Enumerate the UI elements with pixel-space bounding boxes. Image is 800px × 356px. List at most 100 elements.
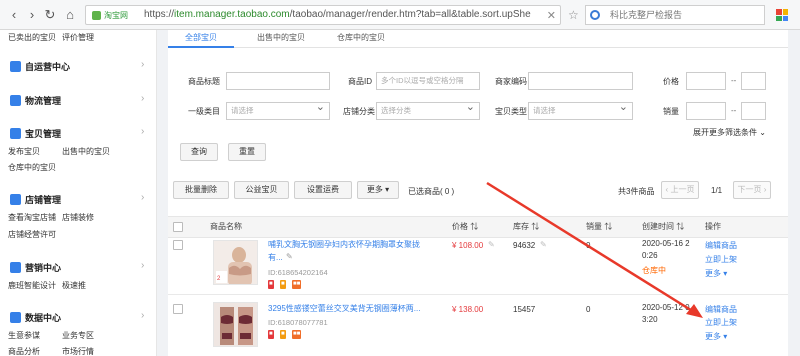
back-icon[interactable]: ‹ [6, 7, 22, 23]
expand-filters-label: 展开更多筛选条件 [693, 128, 757, 137]
merchant-code-input[interactable] [528, 72, 633, 90]
item-type-select[interactable]: 请选择 [528, 102, 633, 120]
sidebar-section-logistics[interactable]: 物流管理 › [0, 91, 157, 111]
product-title-link[interactable]: 3295性感镂空蕾丝交叉美背无钢圈薄杯两... [268, 303, 420, 314]
col-stock[interactable]: 库存 ⇅ [513, 221, 539, 232]
price-max-input[interactable] [741, 72, 766, 90]
sidebar-section-self-operation[interactable]: 自运营中心 › [0, 57, 157, 77]
created-date: 2020-05-16 2 [642, 239, 690, 248]
edit-title-icon[interactable]: ✎ [286, 252, 293, 261]
product-sales: 0 [586, 305, 591, 314]
col-sales-label: 销量 [586, 222, 602, 231]
product-thumbnail[interactable]: 2 [213, 240, 258, 285]
sidebar-link-business[interactable]: 业务专区 [62, 330, 94, 341]
tab-all-items[interactable]: 全部宝贝 [168, 30, 234, 48]
caret-down-icon: ▾ [385, 185, 390, 194]
col-created[interactable]: 创建时间 ⇅ [642, 221, 684, 232]
address-bar[interactable]: 淘宝网 https://item.manager.taobao.com/taob… [85, 5, 561, 25]
sidebar-link-view-shop[interactable]: 查看淘宝店铺 [8, 212, 56, 223]
sidebar-section-title: 营销中心 [25, 263, 62, 273]
product-title-link[interactable]: 哺乳文胸无钢圈孕妇内衣怀孕期胸罩女聚拢 [268, 239, 420, 250]
row-more-label: 更多 [705, 332, 721, 341]
sidebar-section-marketing[interactable]: 营销中心 › [0, 258, 157, 278]
list-now-link[interactable]: 立即上架 [705, 317, 737, 328]
sidebar-link-jisutui[interactable]: 极速推 [62, 280, 86, 291]
product-price: ¥ 108.00 [452, 241, 484, 250]
row-more-link[interactable]: 更多 ▾ [705, 268, 727, 279]
bookmark-star-icon[interactable]: ☆ [568, 8, 579, 22]
item-id-label: 商品ID [348, 77, 372, 86]
batch-delete-button[interactable]: 批量删除 [173, 181, 229, 199]
public-welfare-button[interactable]: 公益宝贝 [234, 181, 289, 199]
close-icon[interactable]: ✕ [547, 9, 556, 22]
sidebar-link-decorate[interactable]: 店铺装修 [62, 212, 94, 223]
shop-icon [10, 194, 21, 205]
row-more-link[interactable]: 更多 ▾ [705, 331, 727, 342]
col-name: 商品名称 [210, 222, 242, 231]
caret-down-icon: ▾ [723, 269, 728, 278]
item-id-input[interactable]: 多个ID以逗号或空格分隔 [376, 72, 480, 90]
select-all-checkbox[interactable] [173, 222, 183, 232]
sales-max-input[interactable] [741, 102, 766, 120]
next-page-button[interactable]: 下一页 › [733, 181, 771, 199]
home-icon[interactable]: ⌂ [62, 7, 78, 23]
category-select[interactable]: 请选择 [226, 102, 330, 120]
product-thumbnail[interactable] [213, 302, 258, 347]
sidebar-link-license[interactable]: 店铺经营许可 [8, 229, 56, 240]
expand-filters-link[interactable]: 展开更多筛选条件 ⌄ [693, 127, 766, 138]
sidebar-link-on-sale[interactable]: 出售中的宝贝 [62, 146, 110, 157]
col-price[interactable]: 价格 ⇅ [452, 221, 478, 232]
title-input[interactable] [226, 72, 330, 90]
browser-search-box[interactable]: 科比克整尸检报告 [585, 5, 765, 25]
forward-icon[interactable]: › [24, 7, 40, 23]
tab-on-sale[interactable]: 出售中的宝贝 [248, 30, 314, 48]
row-divider [168, 294, 788, 295]
product-title-link-cont[interactable]: 有... [268, 252, 283, 263]
list-now-link[interactable]: 立即上架 [705, 254, 737, 265]
sort-icon: ⇅ [470, 222, 479, 231]
reset-button[interactable]: 重置 [228, 143, 266, 161]
sidebar-link-publish[interactable]: 发布宝贝 [8, 146, 40, 157]
apps-grid-icon[interactable] [776, 9, 788, 21]
chevron-right-icon: › [141, 93, 145, 104]
prev-page-button[interactable]: ‹ 上一页 [661, 181, 699, 199]
sidebar-link-luban[interactable]: 鹿班智能设计 [8, 280, 56, 291]
sidebar-link-product-analysis[interactable]: 商品分析 [8, 346, 40, 356]
sidebar-section-shop[interactable]: 店铺管理 › [0, 190, 157, 210]
edit-stock-icon[interactable]: ✎ [540, 240, 547, 249]
sales-range-dash: -- [731, 106, 737, 115]
sidebar-section-items[interactable]: 宝贝管理 › [0, 124, 157, 144]
caret-down-icon: ▾ [723, 332, 728, 341]
sidebar-link-reviews[interactable]: 评价管理 [62, 32, 94, 43]
edit-price-icon[interactable]: ✎ [488, 240, 495, 249]
item-type-label: 宝贝类型 [495, 107, 527, 116]
sidebar-link-sycm[interactable]: 生意参谋 [8, 330, 40, 341]
sidebar-link-sold[interactable]: 已卖出的宝贝 [8, 32, 56, 43]
query-button[interactable]: 查询 [180, 143, 218, 161]
search-text: 科比克整尸检报告 [610, 10, 683, 20]
sidebar-link-market[interactable]: 市场行情 [62, 346, 94, 356]
logistics-icon [10, 95, 21, 106]
edit-item-link[interactable]: 编辑商品 [705, 304, 737, 315]
url-text[interactable]: https://item.manager.taobao.com/taobao/m… [144, 6, 539, 24]
price-min-input[interactable] [686, 72, 726, 90]
sales-min-input[interactable] [686, 102, 726, 120]
flag-badge-icon: ■ [268, 280, 274, 289]
sidebar-link-warehouse[interactable]: 仓库中的宝贝 [8, 162, 56, 173]
reload-icon[interactable]: ↻ [42, 7, 58, 23]
edit-item-link[interactable]: 编辑商品 [705, 240, 737, 251]
site-badge: 淘宝网 [90, 9, 131, 22]
set-freight-button[interactable]: 设置运费 [294, 181, 352, 199]
tab-warehouse[interactable]: 仓库中的宝贝 [328, 30, 394, 48]
row-checkbox[interactable] [173, 304, 183, 314]
item-manager-panel: 全部宝贝 出售中的宝贝 仓库中的宝贝 商品标题 商品ID 多个ID以逗号或空格分… [168, 30, 788, 356]
sidebar-section-data[interactable]: 数据中心 › [0, 308, 157, 328]
chevron-down-icon: ⌄ [759, 128, 766, 137]
row-more-label: 更多 [705, 269, 721, 278]
col-sales[interactable]: 销量 ⇅ [586, 221, 612, 232]
row-checkbox[interactable] [173, 240, 183, 250]
more-actions-button[interactable]: 更多 ▾ [357, 181, 399, 199]
created-time: 3:20 [642, 315, 658, 324]
shop-category-select[interactable]: 选择分类 [376, 102, 480, 120]
total-count: 共3件商品 [618, 187, 655, 196]
